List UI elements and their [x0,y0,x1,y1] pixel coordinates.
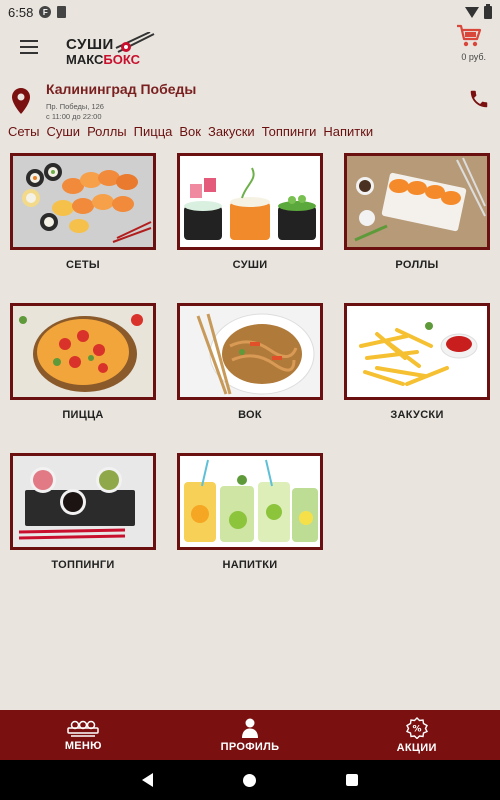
tile-label: ТОППИНГИ [51,559,115,571]
sauces-photo [10,453,156,550]
sushi-tray-icon [67,720,100,737]
nav-profile-label: ПРОФИЛЬ [220,740,280,753]
tile-sushi[interactable]: СУШИ [177,153,323,271]
back-icon[interactable] [142,773,153,787]
category-nav: Сеты Суши Роллы Пицца Вок Закуски Топпин… [8,124,498,144]
lemonade-photo [177,453,323,550]
nav-profile-button[interactable]: ПРОФИЛЬ [167,710,334,760]
sd-card-icon [57,6,67,18]
hamburger-menu-button[interactable] [20,40,38,54]
category-link-wok[interactable]: Вок [179,124,201,144]
tile-wok[interactable]: ВОК [177,303,323,421]
tile-label: ПИЦЦА [62,409,104,421]
battery-icon [484,3,492,19]
nav-promotions-label: АКЦИИ [396,741,437,754]
location-bar: Калининград Победы Пр. Победы, 126 с 11:… [0,76,500,124]
person-icon [242,718,258,738]
address: Пр. Победы, 126 [46,102,104,111]
working-hours: с 11:00 до 22:00 [46,112,102,121]
pizza-photo [10,303,156,400]
tile-toppings[interactable]: ТОППИНГИ [10,453,156,571]
logo-text-bottom: МАКСБОКС [66,52,140,67]
bottom-navigation: МЕНЮ ПРОФИЛЬ % АКЦИИ [0,710,500,760]
tile-drinks[interactable]: НАПИТКИ [177,453,323,571]
home-icon[interactable] [243,773,256,787]
tile-rolly[interactable]: РОЛЛЫ [344,153,490,271]
tile-label: РОЛЛЫ [395,259,439,271]
tile-sety[interactable]: СЕТЫ [10,153,156,271]
logo-text-top: СУШИ [66,36,114,53]
category-link-pizza[interactable]: Пицца [134,124,173,144]
fries-photo [344,303,490,400]
category-link-sushi[interactable]: Суши [46,124,80,144]
status-time: 6:58 [8,4,34,20]
status-bar: 6:58 F [0,0,500,24]
tile-pizza[interactable]: ПИЦЦА [10,303,156,421]
system-navigation-bar [0,760,500,800]
category-link-toppings[interactable]: Топпинги [262,124,317,144]
wifi-icon [465,6,479,18]
tile-zakuski[interactable]: ЗАКУСКИ [344,303,490,421]
tile-label: НАПИТКИ [222,559,278,571]
logo: СУШИ МАКСБОКС [66,32,155,70]
tile-label: ВОК [238,409,262,421]
city-name[interactable]: Калининград Победы [46,81,196,97]
svg-text:%: % [412,724,421,734]
sushi-photo [177,153,323,250]
tile-label: ЗАКУСКИ [390,409,444,421]
notification-icon: F [39,6,52,18]
cart-total: 0 руб. [461,52,486,62]
location-pin-icon[interactable] [12,88,30,114]
recent-apps-icon[interactable] [346,774,358,786]
category-link-sety[interactable]: Сеты [8,124,39,144]
cart-icon [457,24,482,47]
cart-button[interactable]: 0 руб. [454,24,486,64]
tile-label: СЕТЫ [66,259,100,271]
category-link-rolly[interactable]: Роллы [87,124,127,144]
phone-icon[interactable] [468,88,490,110]
nav-menu-button[interactable]: МЕНЮ [0,710,167,760]
nav-menu-label: МЕНЮ [64,739,102,752]
category-link-zakuski[interactable]: Закуски [208,124,255,144]
app-header: СУШИ МАКСБОКС 0 руб. [0,24,500,72]
wok-noodles-photo [177,303,323,400]
rolls-photo [344,153,490,250]
sushi-set-photo [10,153,156,250]
address-block: Пр. Победы, 126 с 11:00 до 22:00 [46,102,104,122]
category-link-drinks[interactable]: Напитки [323,124,373,144]
discount-badge-icon: % [405,716,428,739]
tile-label: СУШИ [232,259,268,271]
nav-promotions-button[interactable]: % АКЦИИ [333,710,500,760]
